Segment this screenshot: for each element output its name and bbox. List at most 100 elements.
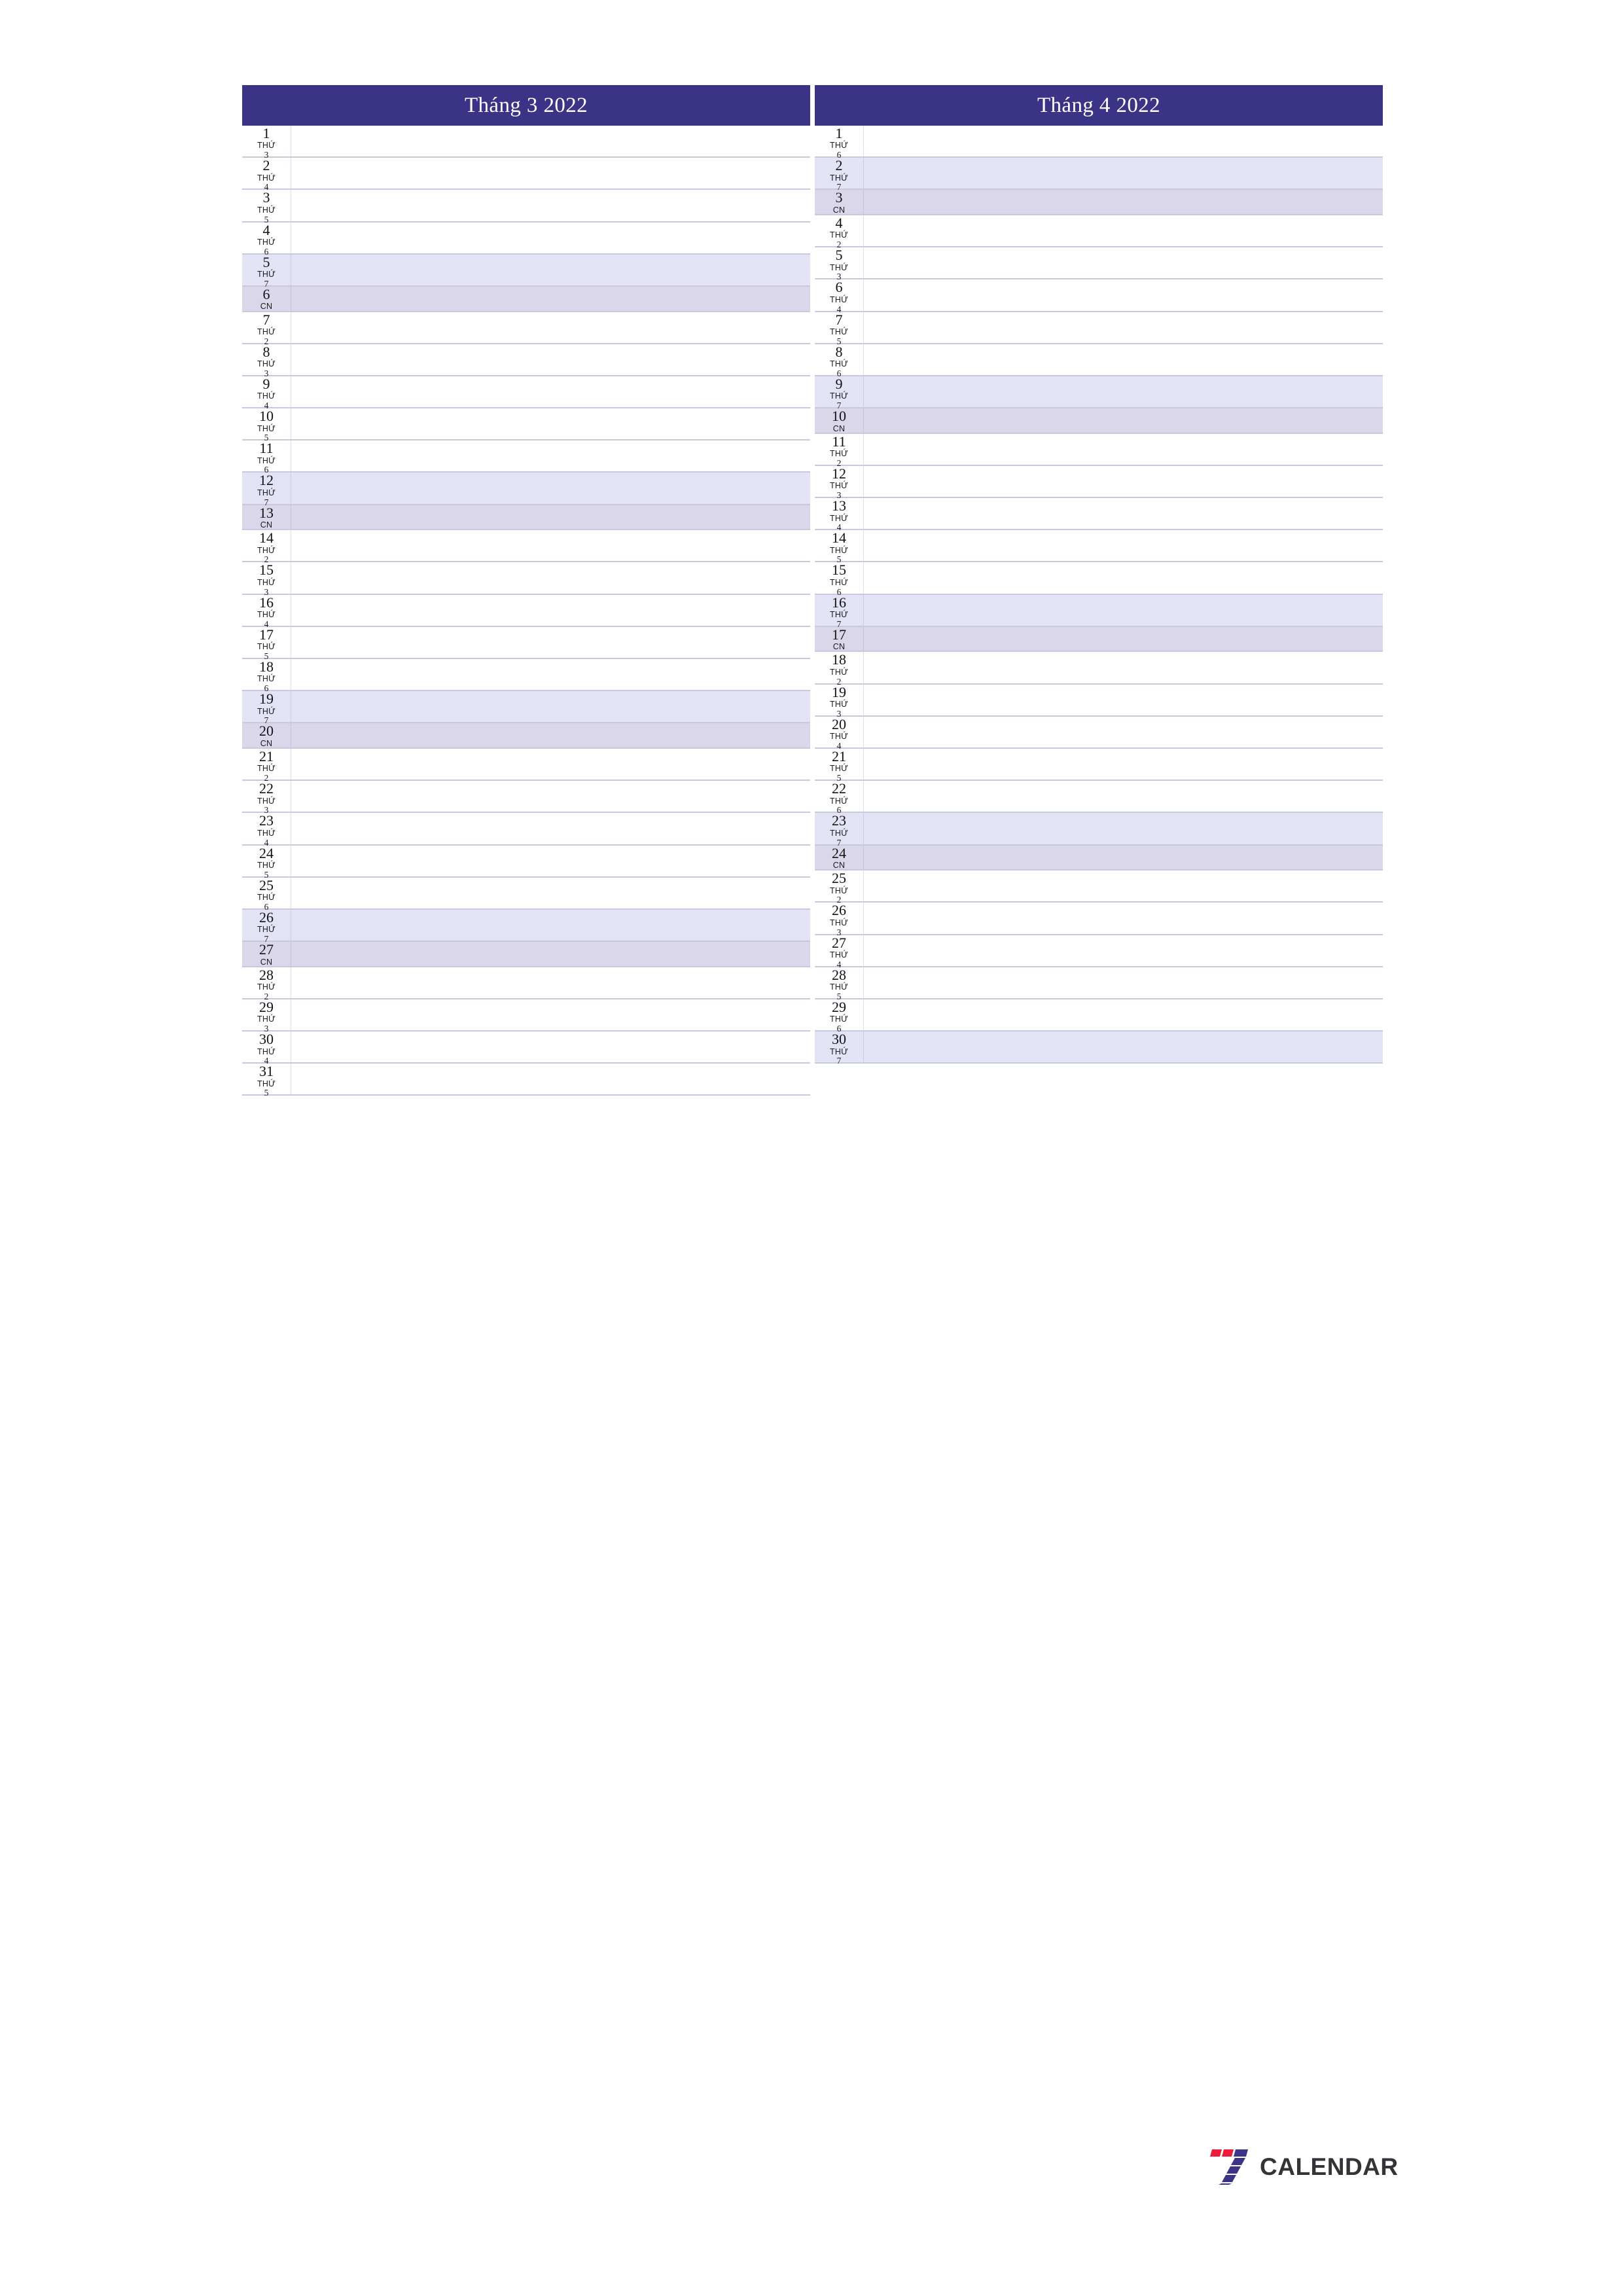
day-notes-area[interactable] bbox=[291, 312, 810, 343]
day-row[interactable]: 31 THỨ 5 bbox=[242, 1064, 810, 1098]
day-notes-area[interactable] bbox=[291, 376, 810, 407]
day-row[interactable]: 6 THỨ 4 bbox=[815, 279, 1383, 314]
day-row[interactable]: 25 THỨ 2 bbox=[815, 870, 1383, 905]
day-row[interactable]: 25 THỨ 6 bbox=[242, 877, 810, 912]
day-row[interactable]: 29 THỨ 6 bbox=[815, 999, 1383, 1033]
day-row[interactable]: 1 THỨ 3 bbox=[242, 126, 810, 160]
day-notes-area[interactable] bbox=[291, 781, 810, 812]
day-notes-area[interactable] bbox=[291, 749, 810, 780]
day-notes-area[interactable] bbox=[864, 627, 1383, 651]
day-notes-area[interactable] bbox=[864, 685, 1383, 715]
day-row[interactable]: 26 THỨ 7 bbox=[242, 909, 810, 944]
day-notes-area[interactable] bbox=[291, 344, 810, 375]
day-notes-area[interactable] bbox=[864, 279, 1383, 310]
day-row[interactable]: 15 THỨ 6 bbox=[815, 562, 1383, 596]
day-notes-area[interactable] bbox=[864, 530, 1383, 561]
day-notes-area[interactable] bbox=[291, 846, 810, 876]
day-notes-area[interactable] bbox=[864, 376, 1383, 407]
day-notes-area[interactable] bbox=[291, 910, 810, 941]
day-notes-area[interactable] bbox=[864, 498, 1383, 529]
day-row[interactable]: 9 THỨ 4 bbox=[242, 376, 810, 410]
day-row[interactable]: 9 THỨ 7 bbox=[815, 376, 1383, 410]
day-notes-area[interactable] bbox=[291, 440, 810, 471]
day-notes-area[interactable] bbox=[291, 942, 810, 966]
day-row[interactable]: 1 THỨ 6 bbox=[815, 126, 1383, 160]
day-notes-area[interactable] bbox=[291, 530, 810, 561]
day-notes-area[interactable] bbox=[864, 158, 1383, 188]
day-row[interactable]: 16 THỨ 4 bbox=[242, 594, 810, 628]
day-row[interactable]: 7 THỨ 2 bbox=[242, 312, 810, 346]
day-row[interactable]: 3 THỨ 5 bbox=[242, 190, 810, 224]
day-row[interactable]: 19 THỨ 3 bbox=[815, 684, 1383, 718]
day-row[interactable]: 27 CN bbox=[242, 942, 810, 967]
day-notes-area[interactable] bbox=[291, 190, 810, 221]
day-notes-area[interactable] bbox=[291, 255, 810, 285]
day-row[interactable]: 27 THỨ 4 bbox=[815, 935, 1383, 969]
day-notes-area[interactable] bbox=[864, 190, 1383, 214]
day-row[interactable]: 12 THỨ 7 bbox=[242, 473, 810, 507]
day-notes-area[interactable] bbox=[864, 562, 1383, 593]
day-row[interactable]: 20 CN bbox=[242, 723, 810, 749]
day-row[interactable]: 20 THỨ 4 bbox=[815, 716, 1383, 751]
day-notes-area[interactable] bbox=[864, 466, 1383, 497]
day-notes-area[interactable] bbox=[864, 999, 1383, 1030]
day-notes-area[interactable] bbox=[291, 562, 810, 593]
day-row[interactable]: 11 THỨ 2 bbox=[815, 433, 1383, 468]
day-notes-area[interactable] bbox=[291, 967, 810, 998]
day-notes-area[interactable] bbox=[864, 215, 1383, 246]
day-row[interactable]: 12 THỨ 3 bbox=[815, 465, 1383, 500]
day-row[interactable]: 24 THỨ 5 bbox=[242, 845, 810, 879]
day-row[interactable]: 22 THỨ 6 bbox=[815, 781, 1383, 815]
day-notes-area[interactable] bbox=[291, 813, 810, 844]
day-notes-area[interactable] bbox=[864, 967, 1383, 998]
day-row[interactable]: 22 THỨ 3 bbox=[242, 781, 810, 815]
day-row[interactable]: 7 THỨ 5 bbox=[815, 312, 1383, 346]
day-notes-area[interactable] bbox=[291, 627, 810, 658]
day-row[interactable]: 11 THỨ 6 bbox=[242, 440, 810, 475]
day-notes-area[interactable] bbox=[864, 749, 1383, 780]
day-notes-area[interactable] bbox=[291, 659, 810, 690]
day-row[interactable]: 30 THỨ 4 bbox=[242, 1031, 810, 1066]
day-notes-area[interactable] bbox=[864, 935, 1383, 966]
day-row[interactable]: 23 THỨ 4 bbox=[242, 813, 810, 847]
day-row[interactable]: 19 THỨ 7 bbox=[242, 691, 810, 725]
day-notes-area[interactable] bbox=[291, 408, 810, 439]
day-notes-area[interactable] bbox=[291, 723, 810, 747]
day-notes-area[interactable] bbox=[864, 408, 1383, 433]
day-notes-area[interactable] bbox=[864, 813, 1383, 844]
day-notes-area[interactable] bbox=[864, 126, 1383, 156]
day-row[interactable]: 18 THỨ 6 bbox=[242, 659, 810, 693]
day-row[interactable]: 28 THỨ 5 bbox=[815, 967, 1383, 1001]
day-row[interactable]: 26 THỨ 3 bbox=[815, 903, 1383, 937]
day-notes-area[interactable] bbox=[291, 878, 810, 908]
day-row[interactable]: 10 THỨ 5 bbox=[242, 408, 810, 442]
day-row[interactable]: 28 THỨ 2 bbox=[242, 967, 810, 1001]
day-notes-area[interactable] bbox=[864, 312, 1383, 343]
day-notes-area[interactable] bbox=[864, 870, 1383, 901]
day-row[interactable]: 16 THỨ 7 bbox=[815, 594, 1383, 628]
day-notes-area[interactable] bbox=[864, 652, 1383, 683]
day-row[interactable]: 13 CN bbox=[242, 505, 810, 531]
day-notes-area[interactable] bbox=[291, 595, 810, 626]
day-notes-area[interactable] bbox=[291, 223, 810, 253]
day-row[interactable]: 10 CN bbox=[815, 408, 1383, 434]
day-row[interactable]: 21 THỨ 2 bbox=[242, 748, 810, 783]
day-notes-area[interactable] bbox=[864, 247, 1383, 278]
day-row[interactable]: 18 THỨ 2 bbox=[815, 652, 1383, 686]
day-row[interactable]: 2 THỨ 7 bbox=[815, 158, 1383, 192]
day-notes-area[interactable] bbox=[291, 1064, 810, 1094]
day-row[interactable]: 23 THỨ 7 bbox=[815, 813, 1383, 847]
day-notes-area[interactable] bbox=[291, 505, 810, 529]
day-row[interactable]: 5 THỨ 7 bbox=[242, 254, 810, 289]
day-row[interactable]: 14 THỨ 2 bbox=[242, 530, 810, 564]
day-row[interactable]: 6 CN bbox=[242, 286, 810, 312]
day-row[interactable]: 8 THỨ 3 bbox=[242, 344, 810, 378]
day-row[interactable]: 8 THỨ 6 bbox=[815, 344, 1383, 378]
day-row[interactable]: 2 THỨ 4 bbox=[242, 158, 810, 192]
day-row[interactable]: 30 THỨ 7 bbox=[815, 1031, 1383, 1066]
day-row[interactable]: 24 CN bbox=[815, 845, 1383, 871]
day-row[interactable]: 14 THỨ 5 bbox=[815, 530, 1383, 564]
day-row[interactable]: 17 THỨ 5 bbox=[242, 626, 810, 661]
day-notes-area[interactable] bbox=[291, 473, 810, 503]
day-row[interactable]: 5 THỨ 3 bbox=[815, 247, 1383, 281]
